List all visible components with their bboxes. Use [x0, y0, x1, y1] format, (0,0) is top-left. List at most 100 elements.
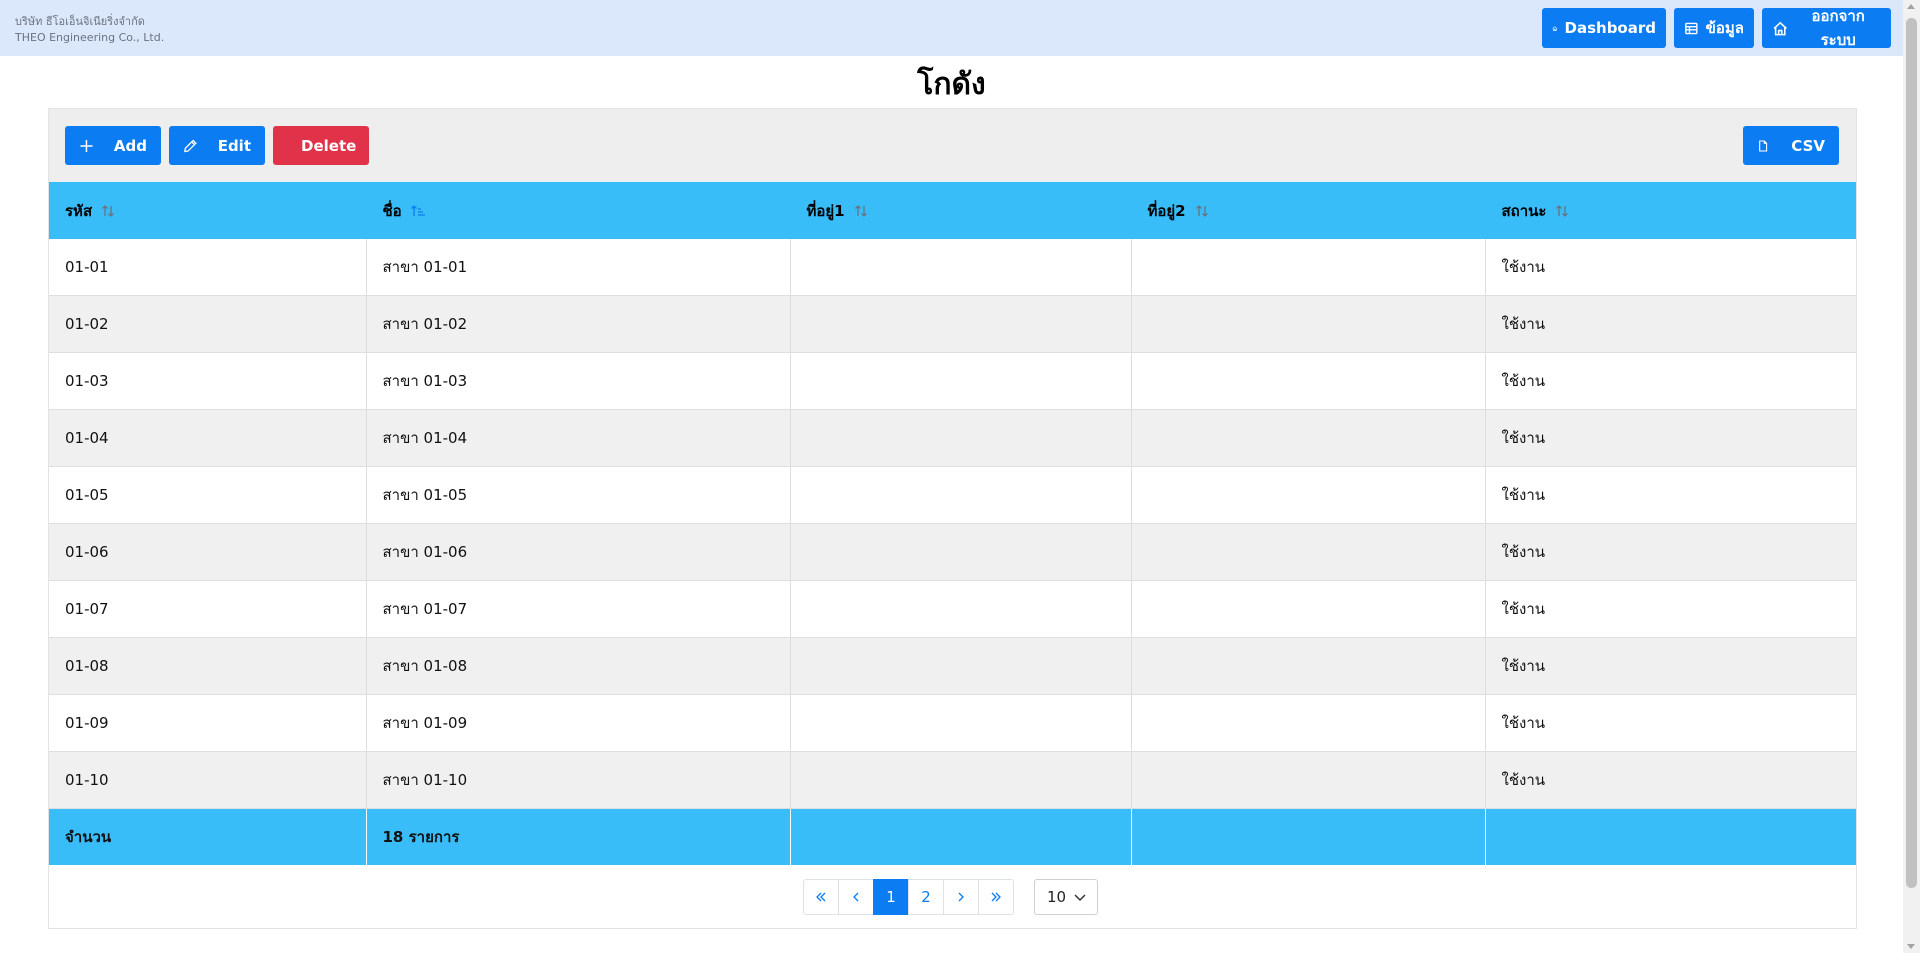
- toolbar: Add Edit Delete CSV: [49, 109, 1856, 182]
- table-cell: [790, 637, 1132, 695]
- first-page-button[interactable]: [803, 879, 839, 915]
- scrollbar-thumb[interactable]: [1906, 18, 1917, 888]
- edit-label: Edit: [217, 136, 251, 155]
- table-cell: 01-09: [49, 694, 367, 752]
- table-row[interactable]: 01-03 สาขา 01-03 ใช้งาน: [49, 352, 1856, 410]
- table-cell: [1131, 409, 1486, 467]
- table-row[interactable]: 01-07 สาขา 01-07 ใช้งาน: [49, 580, 1856, 638]
- last-page-button[interactable]: [978, 879, 1014, 915]
- table-cell: 01-04: [49, 409, 367, 467]
- table-cell: 01-10: [49, 751, 367, 809]
- table-row[interactable]: 01-02 สาขา 01-02 ใช้งาน: [49, 295, 1856, 353]
- table-cell: 01-02: [49, 295, 367, 353]
- page-size-select[interactable]: 10: [1034, 879, 1098, 915]
- table-row[interactable]: 01-06 สาขา 01-06 ใช้งาน: [49, 523, 1856, 581]
- nav-buttons: Dashboard ข้อมูล ออกจากระบบ: [1542, 7, 1891, 49]
- table-cell: สาขา 01-05: [366, 466, 791, 524]
- sort-icon: [1195, 205, 1208, 217]
- scroll-up-arrow-icon[interactable]: [1907, 4, 1915, 9]
- data-label: ข้อมูล: [1705, 19, 1744, 37]
- table-cell: ใช้งาน: [1485, 751, 1856, 809]
- table-header-row: รหัส ชื่อ ที่อยู่1 ที่อยู่2 สถานะ: [49, 182, 1856, 239]
- add-button[interactable]: Add: [65, 126, 161, 165]
- edit-button[interactable]: Edit: [169, 126, 265, 165]
- table-body: 01-01 สาขา 01-01 ใช้งาน 01-02 สาขา 01-02 ใช้ง…: [49, 239, 1856, 809]
- delete-label: Delete: [301, 136, 357, 155]
- sort-icon: [854, 205, 867, 217]
- pencil-icon: [184, 139, 197, 152]
- table-cell: สาขา 01-07: [366, 580, 791, 638]
- company-name-en: THEO Engineering Co., Ltd.: [15, 31, 165, 44]
- file-icon: [1759, 139, 1768, 152]
- csv-export-button[interactable]: CSV: [1743, 126, 1839, 165]
- column-header-label: ชื่อ: [382, 201, 402, 220]
- table-cell: [790, 466, 1132, 524]
- table-cell: [1131, 239, 1486, 296]
- chevron-right-icon: [958, 892, 964, 902]
- page-button-1[interactable]: 1: [873, 879, 909, 915]
- table-row[interactable]: 01-09 สาขา 01-09 ใช้งาน: [49, 694, 1856, 752]
- chevron-left-icon: [853, 892, 859, 902]
- table-cell: 01-07: [49, 580, 367, 638]
- vertical-scrollbar[interactable]: [1903, 0, 1920, 953]
- delete-button[interactable]: Delete: [273, 126, 369, 165]
- column-header-address1[interactable]: ที่อยู่1: [790, 182, 1132, 239]
- prev-page-button[interactable]: [838, 879, 874, 915]
- table-cell: [790, 694, 1132, 752]
- table-cell: 01-05: [49, 466, 367, 524]
- sort-icon: [1556, 205, 1569, 217]
- data-button[interactable]: ข้อมูล: [1674, 8, 1754, 48]
- table-cell: สาขา 01-02: [366, 295, 791, 353]
- table-cell: 01-03: [49, 352, 367, 410]
- next-page-button[interactable]: [943, 879, 979, 915]
- double-chevron-right-icon: [991, 892, 1001, 902]
- table-cell: 01-01: [49, 239, 367, 296]
- logout-button[interactable]: ออกจากระบบ: [1762, 7, 1891, 49]
- company-name: บริษัท ธีโอเอ็นจิเนียริ่งจำกัด THEO Engi…: [15, 14, 164, 46]
- table-cell: สาขา 01-01: [366, 239, 791, 296]
- top-navbar: บริษัท ธีโอเอ็นจิเนียริ่งจำกัด THEO Engi…: [0, 0, 1903, 56]
- column-header-status[interactable]: สถานะ: [1485, 182, 1856, 239]
- home-icon: [1552, 25, 1558, 31]
- table-cell: [790, 239, 1132, 296]
- table-cell: สาขา 01-04: [366, 409, 791, 467]
- footer-cell: [1131, 808, 1486, 865]
- table-cell: [1131, 352, 1486, 410]
- scroll-down-arrow-icon[interactable]: [1907, 944, 1915, 949]
- table-cell: [1131, 637, 1486, 695]
- dashboard-label: Dashboard: [1564, 19, 1656, 37]
- home-icon: [1773, 21, 1787, 35]
- column-header-code[interactable]: รหัส: [49, 182, 367, 239]
- table-cell: สาขา 01-06: [366, 523, 791, 581]
- table-row[interactable]: 01-10 สาขา 01-10 ใช้งาน: [49, 751, 1856, 809]
- table-row[interactable]: 01-08 สาขา 01-08 ใช้งาน: [49, 637, 1856, 695]
- footer-cell: [1485, 808, 1856, 865]
- table-row[interactable]: 01-05 สาขา 01-05 ใช้งาน: [49, 466, 1856, 524]
- page-button-2[interactable]: 2: [908, 879, 944, 915]
- page-title: โกดัง: [917, 67, 986, 102]
- footer-label: จำนวน: [49, 808, 367, 865]
- company-name-th: บริษัท ธีโอเอ็นจิเนียริ่งจำกัด: [15, 15, 145, 28]
- table-cell: 01-06: [49, 523, 367, 581]
- logout-label: ออกจากระบบ: [1811, 7, 1865, 49]
- table-cell: [790, 295, 1132, 353]
- column-header-address2[interactable]: ที่อยู่2: [1131, 182, 1486, 239]
- table-row[interactable]: 01-04 สาขา 01-04 ใช้งาน: [49, 409, 1856, 467]
- table-row[interactable]: 01-01 สาขา 01-01 ใช้งาน: [49, 239, 1856, 296]
- dashboard-button[interactable]: Dashboard: [1542, 8, 1666, 48]
- table-cell: [790, 352, 1132, 410]
- table-cell: สาขา 01-09: [366, 694, 791, 752]
- table-footer-row: จำนวน 18 รายการ: [49, 808, 1856, 865]
- table-cell: ใช้งาน: [1485, 409, 1856, 467]
- table-cell: สาขา 01-10: [366, 751, 791, 809]
- page-size-value: 10: [1047, 888, 1067, 906]
- table-cell: ใช้งาน: [1485, 466, 1856, 524]
- table-cell: [790, 523, 1132, 581]
- table-cell: ใช้งาน: [1485, 239, 1856, 296]
- footer-count: 18 รายการ: [366, 808, 791, 865]
- column-header-label: ที่อยู่1: [806, 201, 845, 220]
- table-cell: ใช้งาน: [1485, 637, 1856, 695]
- column-header-name[interactable]: ชื่อ: [366, 182, 791, 239]
- add-label: Add: [113, 136, 147, 155]
- table-cell: ใช้งาน: [1485, 352, 1856, 410]
